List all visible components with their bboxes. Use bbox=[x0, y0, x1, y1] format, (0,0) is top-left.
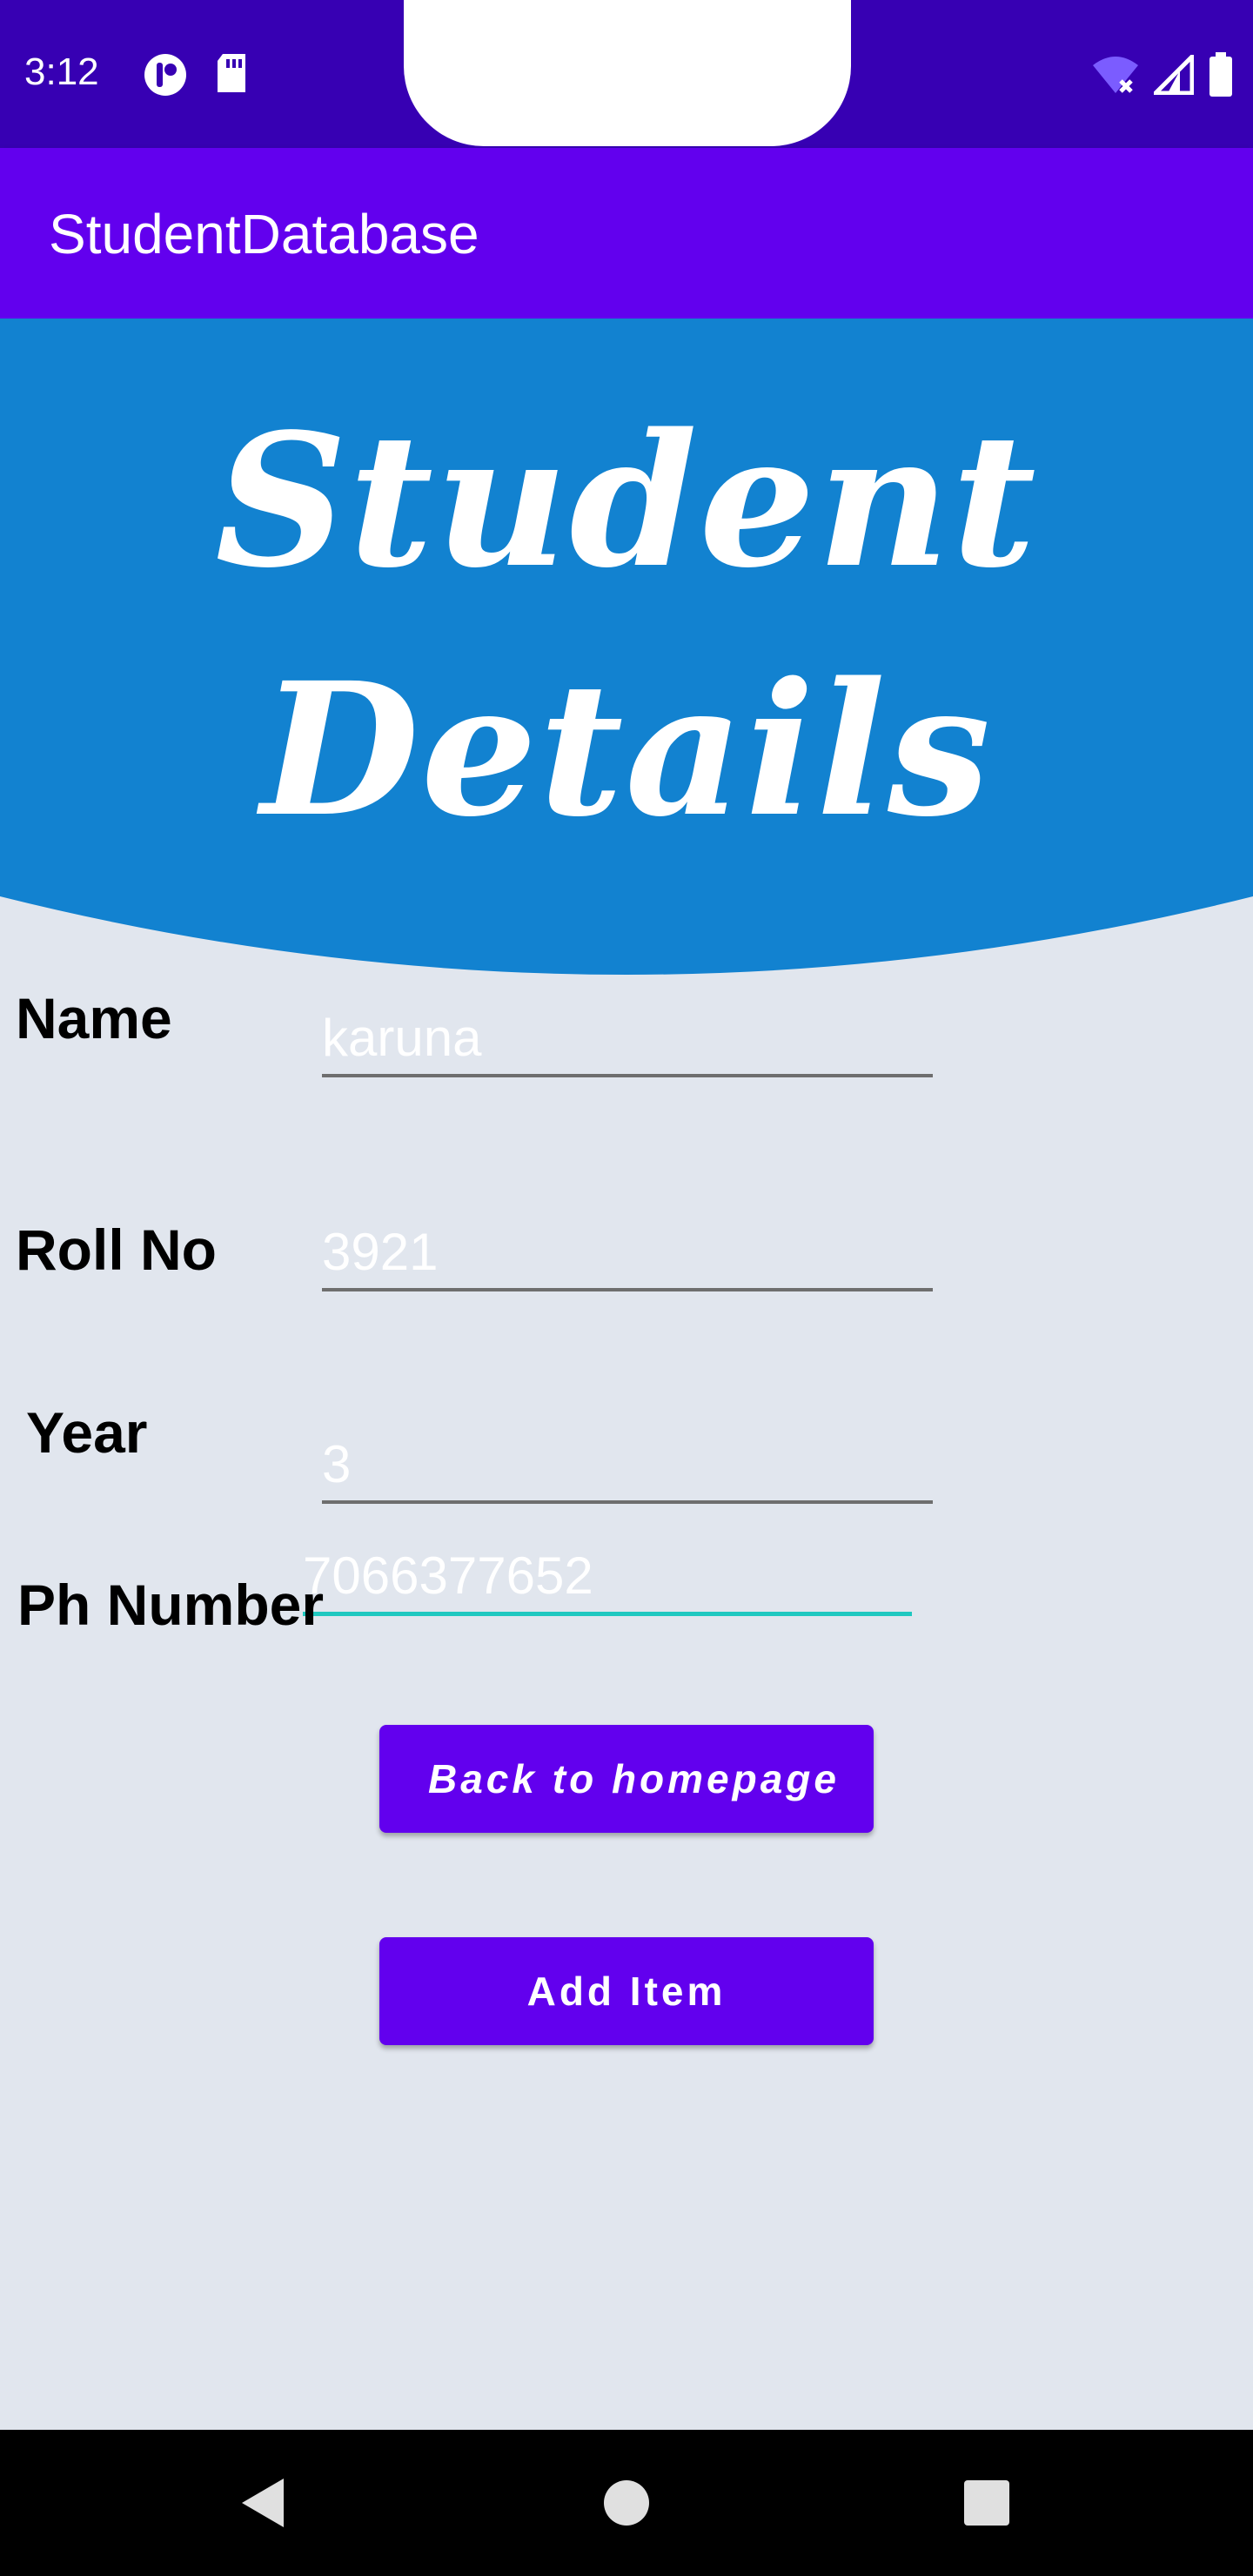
battery-icon bbox=[1209, 52, 1232, 97]
back-to-homepage-button[interactable]: Back to homepage bbox=[379, 1725, 874, 1833]
navigation-bar bbox=[0, 2430, 1253, 2576]
wifi-off-icon bbox=[1093, 57, 1138, 93]
roll-no-field[interactable] bbox=[322, 1215, 933, 1291]
header-title-line1: Student bbox=[215, 393, 1038, 608]
add-item-button[interactable]: Add Item bbox=[379, 1937, 874, 2045]
header-banner: Student Details bbox=[0, 319, 1253, 980]
status-bar: 3:12 bbox=[0, 0, 1253, 148]
year-label: Year bbox=[26, 1400, 148, 1465]
app-circle-icon bbox=[144, 54, 186, 96]
app-title: StudentDatabase bbox=[49, 203, 479, 265]
year-field[interactable] bbox=[322, 1427, 933, 1504]
status-time: 3:12 bbox=[24, 50, 99, 93]
roll-no-label: Roll No bbox=[16, 1218, 217, 1282]
camera-notch bbox=[404, 0, 851, 146]
back-icon[interactable] bbox=[237, 2475, 289, 2531]
header-title-line2: Details bbox=[260, 642, 993, 857]
name-field[interactable] bbox=[322, 1001, 933, 1077]
phone-label: Ph Number bbox=[17, 1573, 325, 1637]
recents-icon[interactable] bbox=[964, 2480, 1009, 2526]
app-bar: StudentDatabase bbox=[0, 148, 1253, 319]
phone-field[interactable] bbox=[303, 1539, 912, 1616]
name-label: Name bbox=[16, 986, 172, 1050]
home-icon[interactable] bbox=[602, 2479, 651, 2527]
sd-card-icon bbox=[218, 54, 245, 92]
signal-icon bbox=[1154, 55, 1194, 95]
